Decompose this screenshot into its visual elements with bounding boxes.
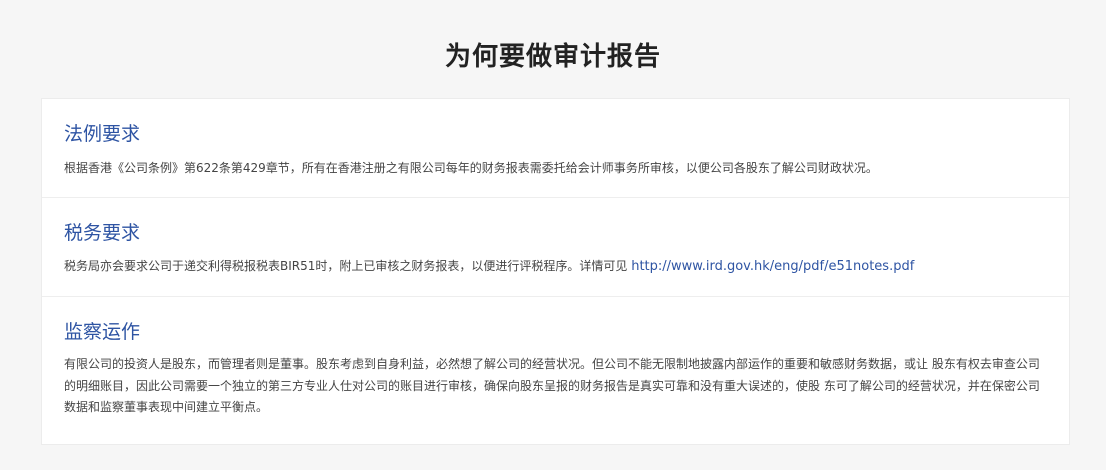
ird-pdf-link[interactable]: http://www.ird.gov.hk/eng/pdf/e51notes.p…: [631, 259, 914, 274]
section-body-tax: 税务局亦会要求公司于递交利得税报税表BIR51时，附上已审核之财务报表，以便进行…: [64, 256, 1047, 277]
section-legal-requirement: 法例要求 根据香港《公司条例》第622条第429章节，所有在香港注册之有限公司每…: [42, 99, 1069, 198]
page-title: 为何要做审计报告: [444, 42, 661, 73]
section-heading-legal: 法例要求: [64, 123, 141, 145]
content-card: 法例要求 根据香港《公司条例》第622条第429章节，所有在香港注册之有限公司每…: [41, 98, 1070, 445]
section-heading-supervision: 监察运作: [64, 321, 141, 343]
section-body-supervision: 有限公司的投资人是股东，而管理者则是董事。股东考虑到自身利益，必然想了解公司的经…: [64, 357, 1040, 414]
section-supervision: 监察运作 有限公司的投资人是股东，而管理者则是董事。股东考虑到自身利益，必然想了…: [42, 297, 1069, 444]
section-body-tax-text: 税务局亦会要求公司于递交利得税报税表BIR51时，附上已审核之财务报表，以便进行…: [64, 259, 632, 273]
section-heading-tax: 税务要求: [64, 222, 141, 244]
section-body-legal: 根据香港《公司条例》第622条第429章节，所有在香港注册之有限公司每年的财务报…: [64, 161, 878, 175]
section-tax-requirement: 税务要求 税务局亦会要求公司于递交利得税报税表BIR51时，附上已审核之财务报表…: [42, 198, 1069, 297]
page: 为何要做审计报告 法例要求 根据香港《公司条例》第622条第429章节，所有在香…: [0, 0, 1106, 470]
